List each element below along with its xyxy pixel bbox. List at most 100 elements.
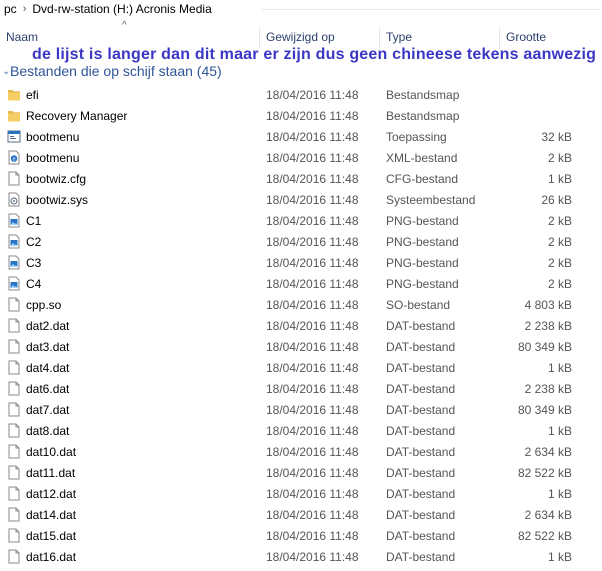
file-type: Bestandsmap (386, 109, 460, 123)
file-size: 2 kB (547, 277, 572, 291)
xml-file-icon: e (8, 150, 20, 165)
file-row[interactable]: dat14.dat 18/04/2016 11:48 DAT-bestand 2… (0, 504, 602, 525)
file-name: dat8.dat (26, 424, 70, 438)
file-type: Toepassing (386, 130, 447, 144)
file-modified: 18/04/2016 11:48 (266, 109, 359, 123)
document-icon (8, 549, 20, 564)
file-name: bootmenu (26, 151, 80, 165)
document-icon (8, 297, 20, 312)
column-header-size[interactable]: Grootte (506, 30, 546, 44)
file-modified: 18/04/2016 11:48 (266, 298, 359, 312)
file-name: dat7.dat (26, 403, 70, 417)
document-icon (8, 402, 20, 417)
file-modified: 18/04/2016 11:48 (266, 88, 359, 102)
file-row[interactable]: dat6.dat 18/04/2016 11:48 DAT-bestand 2 … (0, 378, 602, 399)
document-icon (8, 318, 20, 333)
file-type: DAT-bestand (386, 403, 456, 417)
file-modified: 18/04/2016 11:48 (266, 172, 359, 186)
document-icon (8, 339, 20, 354)
column-header-name[interactable]: Naam (6, 30, 38, 44)
file-size: 2 238 kB (524, 319, 572, 333)
file-row[interactable]: dat10.dat 18/04/2016 11:48 DAT-bestand 2… (0, 441, 602, 462)
file-row[interactable]: bootwiz.sys 18/04/2016 11:48 Systeembest… (0, 189, 602, 210)
file-size: 2 kB (547, 151, 572, 165)
column-divider[interactable] (259, 27, 260, 47)
file-type: XML-bestand (386, 151, 458, 165)
breadcrumb-item-pc[interactable]: pc (4, 2, 17, 16)
folder-icon (8, 111, 20, 122)
folder-icon (8, 90, 20, 101)
file-row[interactable]: dat12.dat 18/04/2016 11:48 DAT-bestand 1… (0, 483, 602, 504)
file-row[interactable]: dat7.dat 18/04/2016 11:48 DAT-bestand 80… (0, 399, 602, 420)
file-type: DAT-bestand (386, 445, 456, 459)
file-row[interactable]: dat11.dat 18/04/2016 11:48 DAT-bestand 8… (0, 462, 602, 483)
file-type: DAT-bestand (386, 340, 456, 354)
file-row[interactable]: efi 18/04/2016 11:48 Bestandsmap (0, 84, 602, 105)
breadcrumb-item-drive[interactable]: Dvd-rw-station (H:) Acronis Media (32, 2, 211, 16)
file-row[interactable]: dat3.dat 18/04/2016 11:48 DAT-bestand 80… (0, 336, 602, 357)
file-modified: 18/04/2016 11:48 (266, 382, 359, 396)
svg-text:e: e (12, 157, 15, 163)
file-size: 2 kB (547, 235, 572, 249)
file-name: bootwiz.cfg (26, 172, 87, 186)
file-row[interactable]: e bootmenu 18/04/2016 11:48 XML-bestand … (0, 147, 602, 168)
file-name: dat10.dat (26, 445, 77, 459)
file-size: 32 kB (541, 130, 572, 144)
document-icon (8, 444, 20, 459)
file-type: PNG-bestand (386, 277, 459, 291)
column-header-modified[interactable]: Gewijzigd op (266, 30, 335, 44)
file-type: PNG-bestand (386, 256, 459, 270)
file-size: 80 349 kB (517, 403, 572, 417)
file-name: dat3.dat (26, 340, 70, 354)
document-icon (8, 423, 20, 438)
file-row[interactable]: bootmenu 18/04/2016 11:48 Toepassing 32 … (0, 126, 602, 147)
file-size: 26 kB (541, 193, 572, 207)
image-file-icon (8, 276, 20, 291)
column-header-bar: Naam Gewijzigd op Type Grootte (0, 27, 602, 47)
chevron-down-icon[interactable]: ⌄ (2, 66, 10, 77)
file-name: dat15.dat (26, 529, 77, 543)
file-name: C1 (26, 214, 42, 228)
file-row[interactable]: C3 18/04/2016 11:48 PNG-bestand 2 kB (0, 252, 602, 273)
file-row[interactable]: C1 18/04/2016 11:48 PNG-bestand 2 kB (0, 210, 602, 231)
document-icon (8, 360, 20, 375)
document-icon (8, 465, 20, 480)
column-divider[interactable] (379, 27, 380, 47)
file-type: DAT-bestand (386, 487, 456, 501)
file-modified: 18/04/2016 11:48 (266, 550, 359, 564)
file-row[interactable]: dat15.dat 18/04/2016 11:48 DAT-bestand 8… (0, 525, 602, 546)
group-divider (262, 9, 600, 10)
file-size: 1 kB (547, 361, 572, 375)
file-type: PNG-bestand (386, 235, 459, 249)
file-modified: 18/04/2016 11:48 (266, 193, 359, 207)
column-header-type[interactable]: Type (386, 30, 412, 44)
document-icon (8, 528, 20, 543)
file-name: dat12.dat (26, 487, 77, 501)
file-type: DAT-bestand (386, 550, 456, 564)
file-size: 1 kB (547, 550, 572, 564)
file-row[interactable]: dat16.dat 18/04/2016 11:48 DAT-bestand 1… (0, 546, 602, 567)
chevron-right-icon: › (22, 2, 27, 15)
file-row[interactable]: Recovery Manager 18/04/2016 11:48 Bestan… (0, 105, 602, 126)
file-modified: 18/04/2016 11:48 (266, 361, 359, 375)
document-icon (8, 486, 20, 501)
file-type: SO-bestand (386, 298, 451, 312)
file-row[interactable]: C2 18/04/2016 11:48 PNG-bestand 2 kB (0, 231, 602, 252)
image-file-icon (8, 234, 20, 249)
file-modified: 18/04/2016 11:48 (266, 340, 359, 354)
file-group-header[interactable]: ⌄ Bestanden die op schijf staan (45) (0, 62, 222, 80)
file-row[interactable]: cpp.so 18/04/2016 11:48 SO-bestand 4 803… (0, 294, 602, 315)
file-row[interactable]: C4 18/04/2016 11:48 PNG-bestand 2 kB (0, 273, 602, 294)
file-name: C2 (26, 235, 42, 249)
file-name: efi (26, 88, 39, 102)
column-divider[interactable] (499, 27, 500, 47)
system-file-icon (8, 192, 20, 207)
file-name: dat2.dat (26, 319, 70, 333)
file-row[interactable]: dat4.dat 18/04/2016 11:48 DAT-bestand 1 … (0, 357, 602, 378)
file-name: dat4.dat (26, 361, 70, 375)
file-row[interactable]: dat8.dat 18/04/2016 11:48 DAT-bestand 1 … (0, 420, 602, 441)
file-type: Bestandsmap (386, 88, 460, 102)
file-row[interactable]: bootwiz.cfg 18/04/2016 11:48 CFG-bestand… (0, 168, 602, 189)
file-modified: 18/04/2016 11:48 (266, 256, 359, 270)
file-row[interactable]: dat2.dat 18/04/2016 11:48 DAT-bestand 2 … (0, 315, 602, 336)
